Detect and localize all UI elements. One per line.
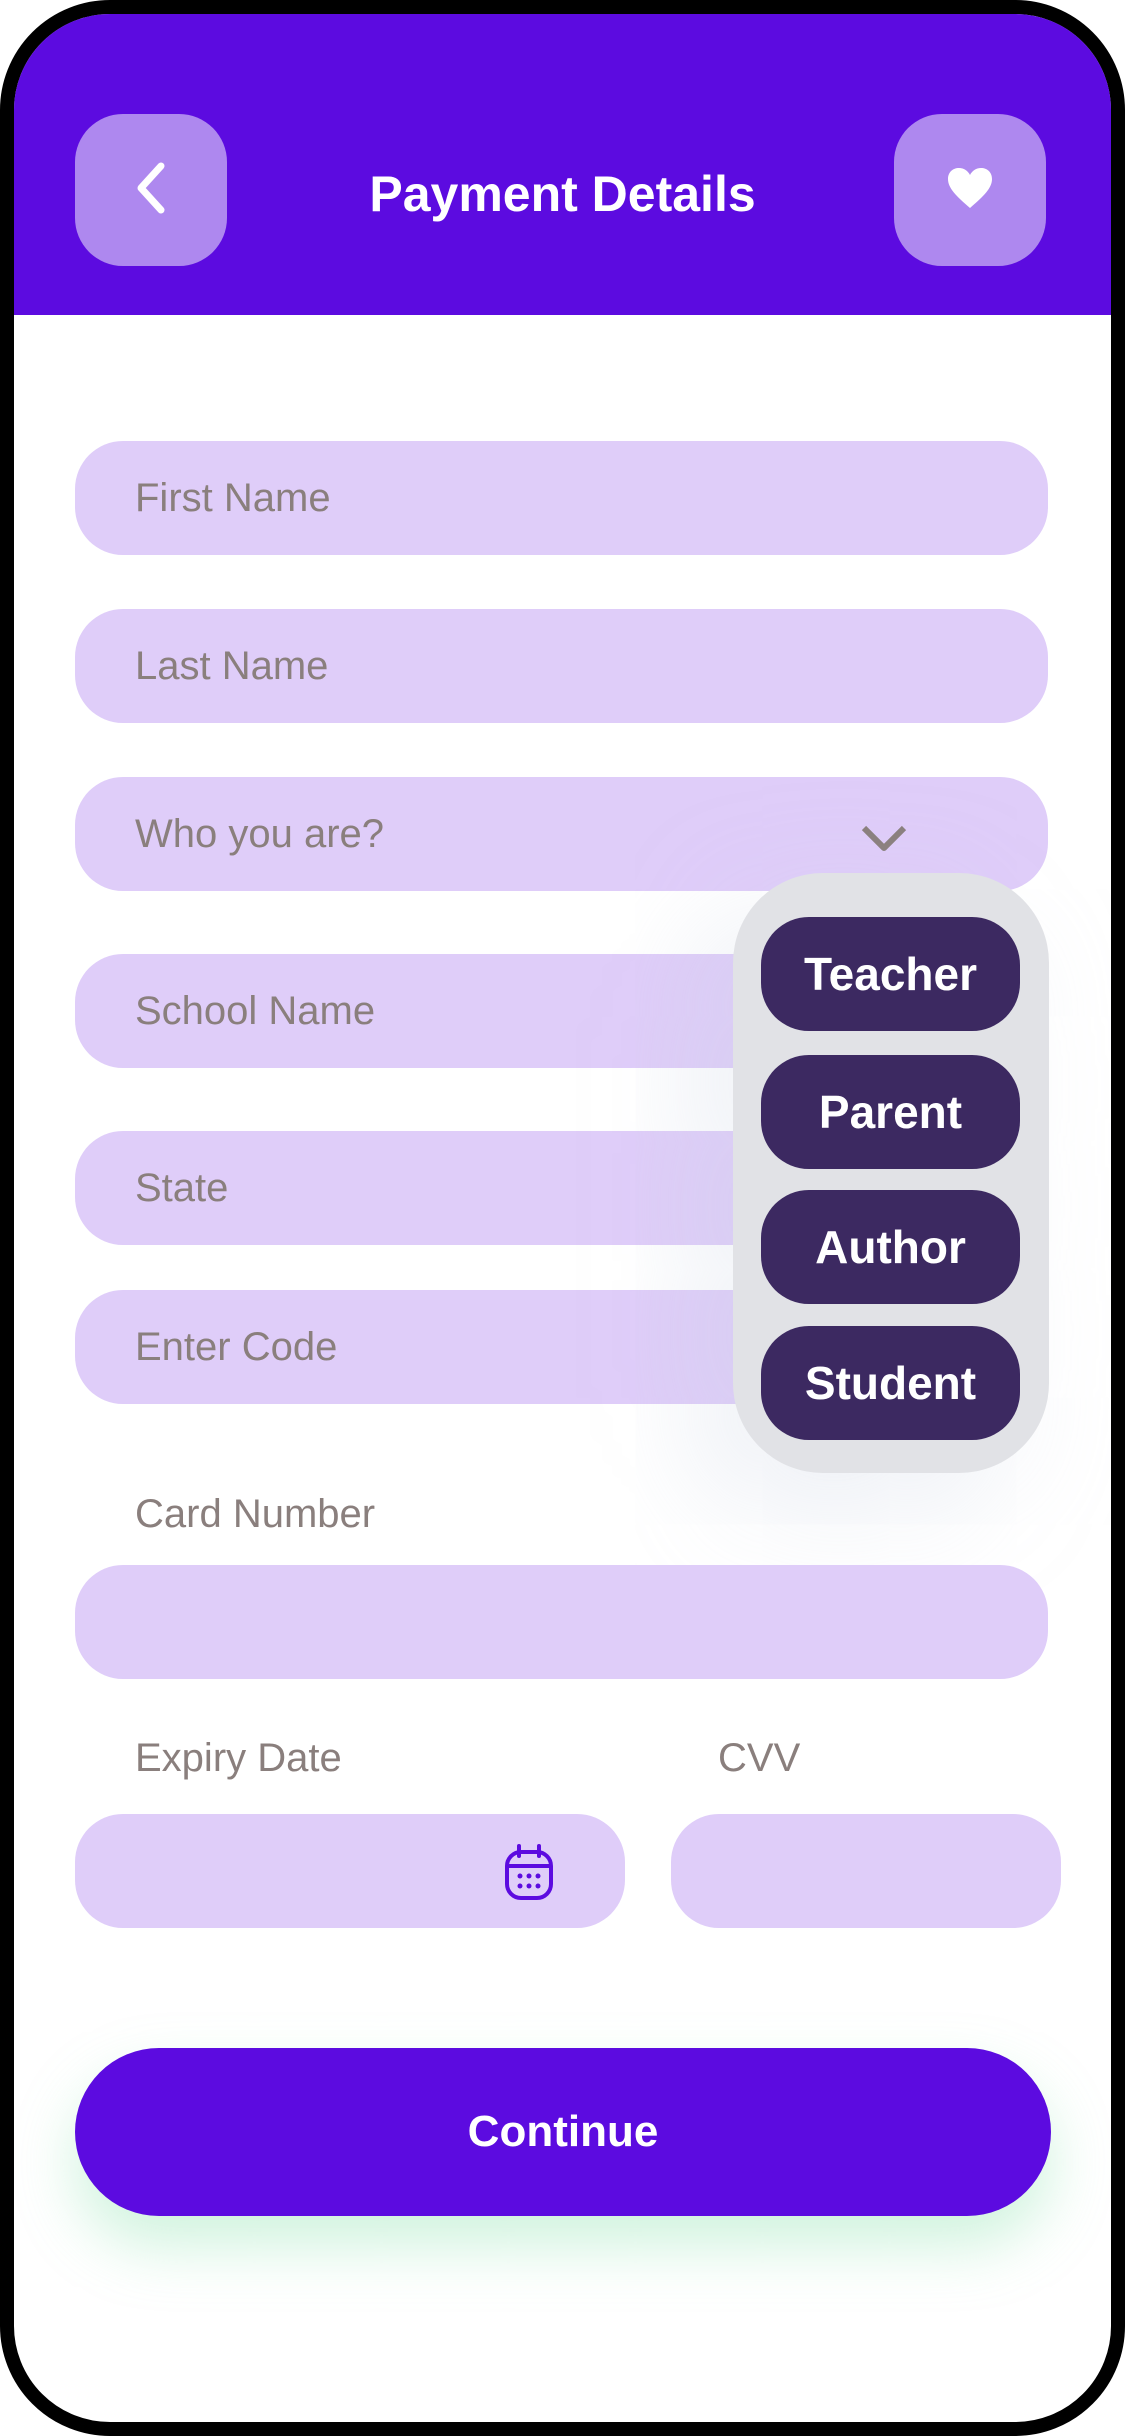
role-option-author[interactable]: Author: [761, 1190, 1020, 1304]
first-name-placeholder: First Name: [135, 475, 331, 520]
role-option-student[interactable]: Student: [761, 1326, 1020, 1440]
continue-button[interactable]: Continue: [75, 2048, 1051, 2216]
favorite-button[interactable]: [894, 114, 1046, 266]
role-dropdown-menu: Teacher Parent Author Student: [733, 873, 1049, 1473]
expiry-date-input[interactable]: [75, 1814, 625, 1928]
state-placeholder: State: [135, 1165, 229, 1210]
last-name-placeholder: Last Name: [135, 643, 329, 688]
chevron-down-icon: [860, 819, 908, 864]
card-number-label: Card Number: [135, 1492, 376, 1536]
card-number-input[interactable]: [75, 1565, 1048, 1679]
role-option-parent[interactable]: Parent: [761, 1055, 1020, 1169]
role-select-placeholder: Who you are?: [135, 811, 385, 856]
last-name-input[interactable]: Last Name: [75, 609, 1048, 723]
code-placeholder: Enter Code: [135, 1324, 338, 1369]
school-name-placeholder: School Name: [135, 988, 376, 1033]
heart-icon: [946, 166, 994, 215]
expiry-date-label: Expiry Date: [135, 1736, 342, 1780]
role-option-teacher[interactable]: Teacher: [761, 917, 1020, 1031]
cvv-input[interactable]: [671, 1814, 1061, 1928]
first-name-input[interactable]: First Name: [75, 441, 1048, 555]
phone-frame: Payment Details First Name Last Name Who…: [0, 0, 1125, 2436]
header-bar: Payment Details: [14, 14, 1111, 315]
cvv-label: CVV: [718, 1736, 801, 1780]
calendar-icon[interactable]: [503, 1844, 555, 1912]
